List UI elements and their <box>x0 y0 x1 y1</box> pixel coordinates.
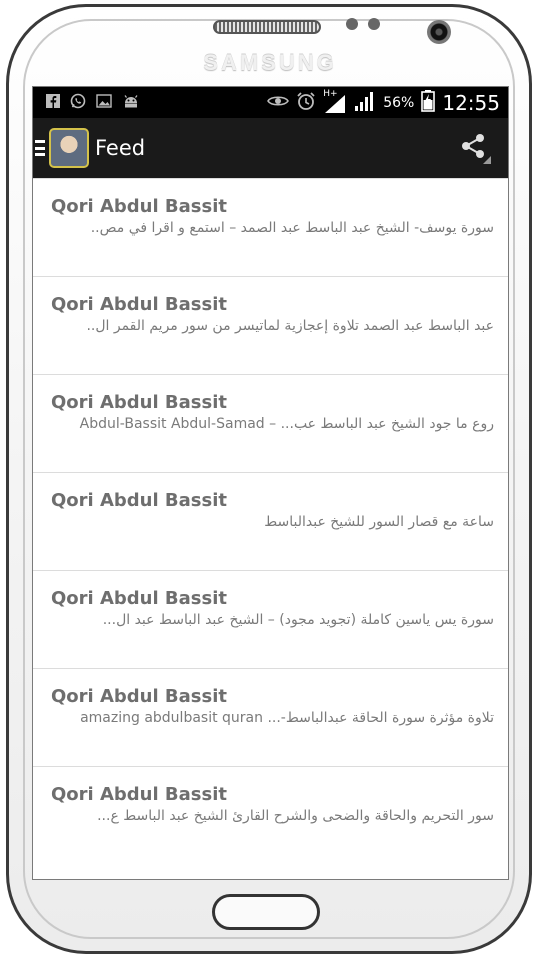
list-item[interactable]: Qori Abdul Bassit عبد الباسط عبد الصمد ت… <box>33 276 508 374</box>
whatsapp-icon <box>70 93 86 112</box>
feed-item-title: Qori Abdul Bassit <box>51 588 228 609</box>
list-item[interactable]: Qori Abdul Bassit ساعة مع قصار السور للش… <box>33 472 508 570</box>
feed-item-title: Qori Abdul Bassit <box>51 294 228 315</box>
feed-item-subtitle: سورة يس ياسين كاملة (تجويد مجود) – الشيخ… <box>102 612 494 628</box>
list-item[interactable]: Qori Abdul Bassit سورة يس ياسين كاملة (ت… <box>33 570 508 668</box>
proximity-sensor <box>346 18 358 30</box>
feed-item-title: Qori Abdul Bassit <box>51 392 228 413</box>
alarm-icon <box>296 91 316 114</box>
feed-item-subtitle: سور التحريم والحاقة والضحى والشرح القارئ… <box>97 808 494 824</box>
action-bar: Feed <box>33 118 508 178</box>
feed-item-title: Qori Abdul Bassit <box>51 490 228 511</box>
list-item[interactable]: Qori Abdul Bassit تلاوة مؤثرة سورة الحاق… <box>33 668 508 766</box>
feed-list: Qori Abdul Bassit سورة يوسف- الشيخ عبد ا… <box>33 178 508 879</box>
gallery-icon <box>96 94 112 111</box>
list-item[interactable]: Qori Abdul Bassit سورة يوسف- الشيخ عبد ا… <box>33 178 508 276</box>
feed-item-title: Qori Abdul Bassit <box>51 784 228 805</box>
feed-item-subtitle: عبد الباسط عبد الصمد تلاوة إعجازية لماتي… <box>86 318 494 334</box>
notification-icons <box>33 93 140 112</box>
feed-item-subtitle: سورة يوسف- الشيخ عبد الباسط عبد الصمد – … <box>90 220 494 236</box>
light-sensor <box>368 18 380 30</box>
feed-item-subtitle: تلاوة مؤثرة سورة الحاقة عبدالباسط-... am… <box>80 710 494 726</box>
status-bar: H+ 56% 12:55 <box>33 87 508 118</box>
app-icon[interactable] <box>49 128 89 168</box>
battery-percent: 56% <box>383 94 415 111</box>
status-clock: 12:55 <box>442 90 500 115</box>
signal-icon <box>354 91 376 114</box>
screen: H+ 56% 12:55 Feed Qori Abdul Bassit سورة… <box>32 86 509 880</box>
feed-item-title: Qori Abdul Bassit <box>51 686 228 707</box>
list-item[interactable]: Qori Abdul Bassit روع ما جود الشيخ عبد ا… <box>33 374 508 472</box>
share-icon <box>462 134 491 164</box>
list-item[interactable]: Qori Abdul Bassit سور التحريم والحاقة وا… <box>33 766 508 864</box>
device-brand: SAMSUNG <box>203 50 337 75</box>
share-button[interactable] <box>458 131 492 165</box>
page-title: Feed <box>95 136 146 160</box>
eye-icon <box>267 94 290 111</box>
battery-icon <box>421 90 436 115</box>
facebook-icon <box>46 94 60 111</box>
feed-item-subtitle: ساعة مع قصار السور للشيخ عبدالباسط <box>264 514 494 530</box>
system-icons: H+ 56% 12:55 <box>267 88 508 115</box>
feed-item-title: Qori Abdul Bassit <box>51 196 228 217</box>
feed-item-subtitle: روع ما جود الشيخ عبد الباسط عب... – Abdu… <box>79 416 494 432</box>
front-camera <box>427 20 451 44</box>
network-type-label: H+ <box>323 88 338 99</box>
signal-hplus-icon: H+ <box>323 88 347 113</box>
home-button[interactable] <box>212 894 320 930</box>
android-icon <box>122 94 140 111</box>
speaker-grille <box>213 20 321 34</box>
hamburger-icon[interactable] <box>35 140 45 156</box>
